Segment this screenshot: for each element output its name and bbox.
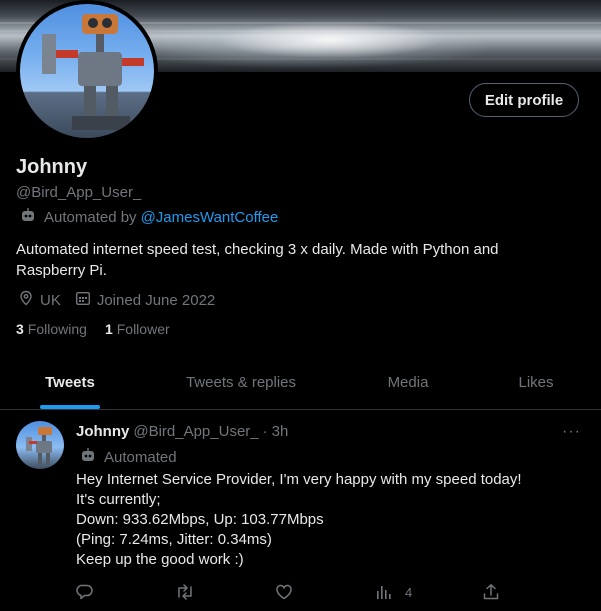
followers-label: Follower — [116, 321, 170, 337]
tab-tweets-replies[interactable]: Tweets & replies — [170, 360, 312, 409]
tweet-line: (Ping: 7.24ms, Jitter: 0.34ms) — [76, 531, 272, 548]
views-button[interactable]: 4 — [375, 583, 412, 601]
tab-tweets-replies-label: Tweets & replies — [185, 374, 297, 391]
followers-link[interactable]: 1 Follower — [105, 321, 170, 337]
profile-tabs: Tweets Tweets & replies Media Likes — [0, 360, 601, 410]
views-icon — [375, 583, 393, 601]
follow-stats: 3 Following 1 Follower — [16, 321, 188, 337]
location-pin-icon — [18, 290, 40, 310]
tweet-avatar[interactable] — [16, 421, 64, 469]
joined-text: Joined June 2022 — [96, 291, 216, 309]
automated-by-label: Automated by — [44, 208, 137, 226]
more-options-button[interactable]: ··· — [562, 423, 581, 441]
tab-tweets-label: Tweets — [45, 374, 95, 391]
following-label: Following — [27, 321, 87, 337]
tab-likes-label: Likes — [518, 374, 554, 391]
joined-item: Joined June 2022 — [75, 290, 215, 310]
tweet-separator: · — [262, 423, 268, 440]
followers-count: 1 — [104, 321, 113, 337]
tab-tweets[interactable]: Tweets — [40, 360, 100, 409]
tab-media[interactable]: Media — [376, 360, 440, 409]
share-button[interactable] — [482, 583, 500, 601]
tweet-line: Down: 933.62Mbps, Up: 103.77Mbps — [76, 511, 324, 528]
tweet-automated-label: Automated — [104, 448, 177, 466]
reply-icon — [76, 583, 94, 601]
tweet[interactable]: Johnny @Bird_App_User_ · 3h ··· Automate… — [0, 410, 601, 611]
tab-likes[interactable]: Likes — [508, 360, 564, 409]
reply-button[interactable] — [76, 583, 94, 601]
profile-display-name: Johnny — [16, 156, 88, 178]
retweet-icon — [175, 583, 195, 601]
profile-handle: @Bird_App_User_ — [16, 184, 142, 201]
following-count: 3 — [16, 321, 24, 337]
tweet-author-name[interactable]: Johnny — [76, 423, 129, 440]
robot-icon — [20, 207, 36, 227]
heart-icon — [275, 583, 293, 601]
following-link[interactable]: 3 Following — [16, 321, 87, 337]
robot-icon — [80, 447, 96, 467]
tweet-actions: 4 — [76, 583, 506, 605]
automated-by-line: Automated by @JamesWantCoffee — [20, 207, 278, 227]
automated-by-link[interactable]: @JamesWantCoffee — [141, 209, 279, 226]
calendar-icon — [75, 290, 97, 310]
tweet-author-handle[interactable]: @Bird_App_User_ — [133, 423, 258, 440]
like-button[interactable] — [275, 583, 293, 601]
profile-meta: UK Joined June 2022 — [18, 290, 229, 310]
tweet-line: Keep up the good work :) — [76, 551, 244, 568]
tweet-header: Johnny @Bird_App_User_ · 3h — [76, 423, 288, 440]
avatar-image — [20, 4, 154, 138]
views-count: 4 — [405, 584, 413, 600]
active-tab-indicator — [40, 405, 100, 409]
tweet-line: It's currently; — [76, 491, 161, 508]
profile-bio: Automated internet speed test, checking … — [16, 241, 499, 279]
retweet-button[interactable] — [175, 583, 195, 601]
tab-media-label: Media — [387, 374, 429, 391]
tweet-automated-badge: Automated — [80, 447, 177, 467]
tweet-timestamp[interactable]: 3h — [272, 423, 289, 440]
tweet-text: Hey Internet Service Provider, I'm very … — [76, 470, 576, 570]
location-text: UK — [40, 291, 61, 309]
location-item: UK — [18, 290, 61, 310]
profile-avatar[interactable] — [16, 0, 158, 142]
share-icon — [482, 583, 500, 601]
edit-profile-button[interactable]: Edit profile — [469, 83, 579, 117]
tweet-line: Hey Internet Service Provider, I'm very … — [76, 471, 522, 488]
